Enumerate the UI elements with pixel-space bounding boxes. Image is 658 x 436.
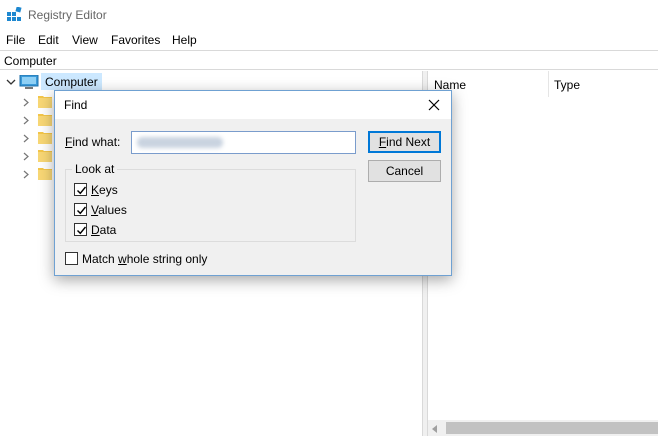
checkmark-icon [77, 186, 87, 195]
find-what-label: Find what: [65, 135, 121, 149]
chevron-right-icon[interactable] [22, 168, 30, 179]
keys-checkbox[interactable] [74, 183, 87, 196]
dialog-title-bar[interactable]: Find [55, 91, 451, 119]
tree-item-computer[interactable]: Computer [4, 73, 104, 91]
folder-icon [38, 148, 52, 162]
match-whole-checkbox[interactable] [65, 252, 78, 265]
look-at-title: Look at [72, 162, 118, 176]
keys-label: Keys [91, 183, 118, 197]
checkmark-icon [77, 226, 87, 235]
menu-help[interactable]: Help [172, 33, 197, 47]
folder-icon [38, 166, 52, 180]
folder-icon [38, 94, 52, 108]
values-pane[interactable]: Name Type [428, 71, 658, 436]
match-whole-label: Match whole string only [82, 252, 208, 266]
checkmark-icon [77, 206, 87, 215]
menu-view[interactable]: View [72, 33, 98, 47]
values-label: Values [91, 203, 127, 217]
chevron-right-icon[interactable] [22, 114, 30, 125]
computer-icon [19, 74, 39, 89]
menu-bar: File Edit View Favorites Help [0, 30, 658, 50]
dialog-title: Find [64, 98, 88, 112]
chevron-right-icon[interactable] [22, 132, 30, 143]
registry-editor-icon [7, 6, 22, 22]
chevron-right-icon[interactable] [22, 150, 30, 161]
data-checkbox[interactable] [74, 223, 87, 236]
tree-root-label: Computer [41, 73, 102, 90]
menu-edit[interactable]: Edit [38, 33, 59, 47]
address-bar[interactable]: Computer [0, 50, 658, 70]
find-next-button[interactable]: Find Next [368, 131, 441, 153]
chevron-down-icon[interactable] [6, 76, 16, 86]
scrollbar-thumb[interactable] [446, 422, 658, 434]
cancel-button[interactable]: Cancel [368, 160, 441, 182]
close-icon [428, 99, 440, 111]
menu-file[interactable]: File [6, 33, 25, 47]
data-label: Data [91, 223, 117, 237]
find-dialog: Find Find what: Find Next Cancel Look at… [54, 90, 452, 276]
window-title: Registry Editor [28, 8, 107, 22]
folder-icon [38, 130, 52, 144]
look-at-group: Look at Keys Values Data [65, 162, 356, 242]
chevron-right-icon[interactable] [22, 96, 30, 107]
folder-icon [38, 112, 52, 126]
values-checkbox[interactable] [74, 203, 87, 216]
title-bar: Registry Editor [0, 0, 658, 30]
address-path: Computer [4, 54, 57, 68]
close-button[interactable] [417, 91, 451, 119]
menu-favorites[interactable]: Favorites [111, 33, 160, 47]
scroll-left-icon[interactable] [430, 423, 440, 433]
redacted-search-text [137, 137, 223, 148]
column-header-type[interactable]: Type [548, 71, 658, 97]
horizontal-scrollbar[interactable] [428, 420, 658, 436]
